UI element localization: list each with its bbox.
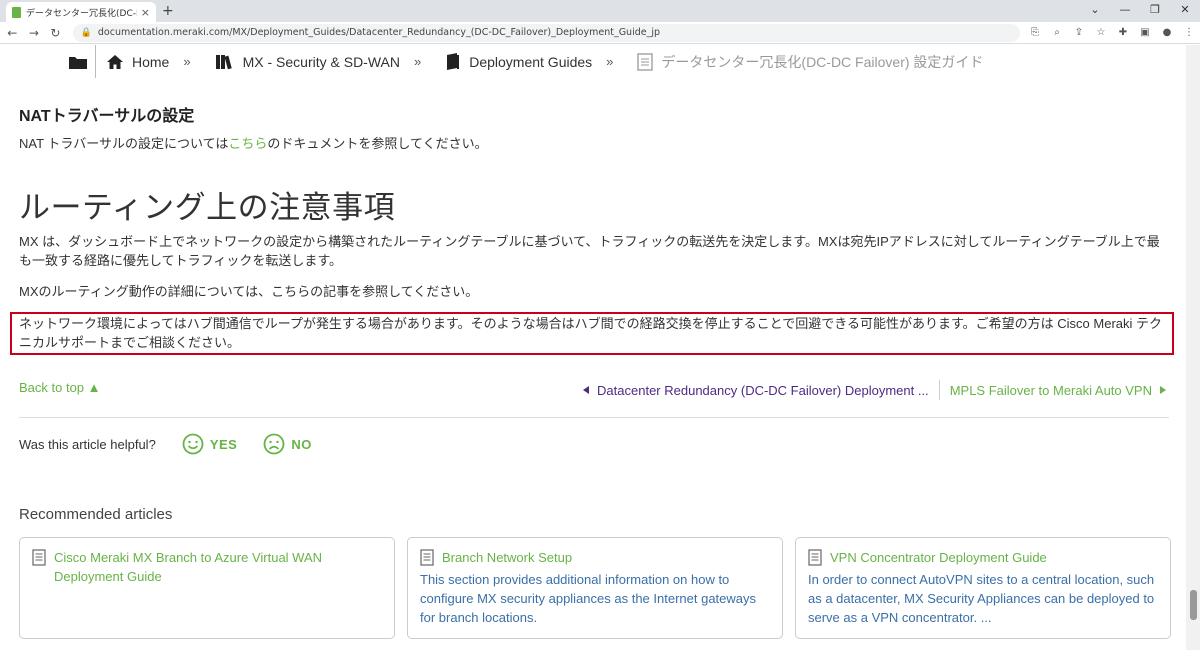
breadcrumb-current: データセンター冗長化(DC-DC Failover) 設定ガイド [637, 52, 983, 72]
back-to-top-link[interactable]: Back to top ▲ [19, 380, 101, 395]
nat-doc-link[interactable]: こちら [228, 136, 267, 151]
next-article-link[interactable]: MPLS Failover to Meraki Auto VPN [950, 383, 1166, 398]
card-title[interactable]: Cisco Meraki MX Branch to Azure Virtual … [54, 548, 382, 586]
page-scrollbar[interactable] [1186, 45, 1200, 650]
breadcrumb-mx[interactable]: MX - Security & SD-WAN [215, 54, 400, 70]
arrow-right-icon [1160, 386, 1166, 394]
card-description: This section provides additional informa… [420, 572, 757, 625]
nav-divider [938, 380, 940, 400]
nat-paragraph: NAT トラバーサルの設定についてはこちらのドキュメントを参照してください。 [19, 134, 488, 153]
breadcrumb: Home » MX - Security & SD-WAN » Deployme… [0, 45, 1200, 78]
card-title[interactable]: VPN Concentrator Deployment Guide [830, 548, 1047, 567]
recommended-card[interactable]: VPN Concentrator Deployment Guide In ord… [795, 537, 1171, 639]
restore-icon[interactable]: ❐ [1140, 0, 1170, 22]
breadcrumb-home[interactable]: Home [106, 54, 169, 70]
breadcrumb-label: Deployment Guides [469, 53, 593, 70]
routing-paragraph-2: MXのルーティング動作の詳細については、こちらの記事を参照してください。 [19, 284, 479, 299]
card-title[interactable]: Branch Network Setup [442, 548, 572, 567]
routing-paragraph-1: MX は、ダッシュボード上でネットワークの設定から構築されたルーティングテーブル… [19, 234, 1160, 268]
url-text: documentation.meraki.com/MX/Deployment_G… [97, 27, 661, 38]
book-icon [445, 52, 461, 71]
feedback-question: Was this article helpful? [19, 436, 156, 452]
breadcrumb-deployment-guides[interactable]: Deployment Guides [445, 52, 593, 71]
site-logo[interactable] [0, 45, 60, 78]
breadcrumb-separator: » [183, 54, 191, 69]
new-tab-button[interactable]: + [162, 3, 174, 19]
no-label: NO [291, 436, 312, 452]
browser-tab[interactable]: データセンター冗長化(DC-DC Failov × [6, 2, 156, 22]
card-description: In order to connect AutoVPN sites to a c… [808, 572, 1155, 625]
yes-button[interactable]: YES [182, 433, 238, 455]
no-button[interactable]: NO [263, 433, 312, 455]
zoom-icon[interactable]: ⌕ [1046, 27, 1068, 38]
share-icon[interactable]: ⇪ [1068, 27, 1090, 38]
lock-icon[interactable]: 🔒 [81, 28, 92, 38]
sidepanel-icon[interactable]: ▣ [1134, 27, 1156, 38]
browser-tabbar: データセンター冗長化(DC-DC Failov × + ⌄ — ❐ ✕ [0, 0, 1200, 22]
recommended-heading: Recommended articles [19, 506, 173, 523]
scrollbar-thumb[interactable] [1190, 590, 1197, 620]
nat-text-before: NAT トラバーサルの設定については [19, 136, 229, 151]
back-icon[interactable]: ← [3, 26, 22, 40]
recommended-card[interactable]: Branch Network Setup This section provid… [407, 537, 783, 639]
books-icon [215, 54, 235, 70]
recommended-card[interactable]: Cisco Meraki MX Branch to Azure Virtual … [19, 537, 395, 639]
arrow-left-icon [583, 386, 590, 394]
menu-kebab-icon[interactable]: ⋮ [1178, 27, 1200, 38]
breadcrumb-label: Home [132, 53, 170, 70]
minimize-icon[interactable]: — [1110, 0, 1140, 22]
frown-icon [263, 433, 285, 455]
next-article-label: MPLS Failover to Meraki Auto VPN [949, 382, 1152, 398]
bookmark-star-icon[interactable]: ☆ [1090, 27, 1112, 38]
address-bar-row: ← → ↻ 🔒 documentation.meraki.com/MX/Depl… [0, 22, 1200, 44]
prev-article-label: Datacenter Redundancy (DC-DC Failover) D… [597, 382, 929, 398]
tab-title: データセンター冗長化(DC-DC Failov [26, 8, 137, 19]
translate-icon[interactable]: ⎘ [1024, 27, 1046, 38]
home-icon [106, 54, 124, 70]
browser-toolbar: ⎘ ⌕ ⇪ ☆ ✚ ▣ ● ⋮ [1024, 27, 1200, 38]
breadcrumb-separator: » [606, 54, 614, 69]
profile-avatar-icon[interactable]: ● [1156, 27, 1178, 38]
callout-text: ネットワーク環境によってはハブ間通信でループが発生する場合があります。そのような… [19, 316, 1163, 350]
breadcrumb-separator: » [413, 54, 422, 69]
feedback-row: Was this article helpful? YES NO [19, 433, 312, 455]
reload-icon[interactable]: ↻ [46, 26, 65, 40]
forward-icon[interactable]: → [25, 26, 44, 40]
routing-heading: ルーティング上の注意事項 [19, 190, 396, 225]
window-controls: ⌄ — ❐ ✕ [1080, 0, 1200, 22]
nat-text-after: のドキュメントを参照してください。 [267, 136, 488, 151]
close-window-icon[interactable]: ✕ [1170, 0, 1200, 22]
section-divider [19, 417, 1169, 418]
extensions-icon[interactable]: ✚ [1112, 27, 1134, 38]
prev-next-nav: Datacenter Redundancy (DC-DC Failover) D… [583, 380, 1166, 400]
omnibox[interactable]: 🔒 documentation.meraki.com/MX/Deployment… [72, 23, 1020, 42]
folder-icon[interactable] [60, 45, 96, 78]
breadcrumb-label: データセンター冗長化(DC-DC Failover) 設定ガイド [661, 53, 984, 70]
breadcrumb-label: MX - Security & SD-WAN [242, 53, 400, 70]
document-icon [808, 549, 822, 566]
page-icon [637, 52, 654, 71]
tab-search-icon[interactable]: ⌄ [1080, 0, 1110, 22]
document-icon [32, 549, 46, 566]
yes-label: YES [209, 436, 238, 452]
document-icon [420, 549, 434, 566]
nat-heading: NATトラバーサルの設定 [19, 108, 195, 125]
smile-icon [182, 433, 204, 455]
prev-article-link[interactable]: Datacenter Redundancy (DC-DC Failover) D… [583, 383, 929, 398]
favicon-icon [12, 6, 21, 18]
tab-close-icon[interactable]: × [141, 6, 150, 19]
